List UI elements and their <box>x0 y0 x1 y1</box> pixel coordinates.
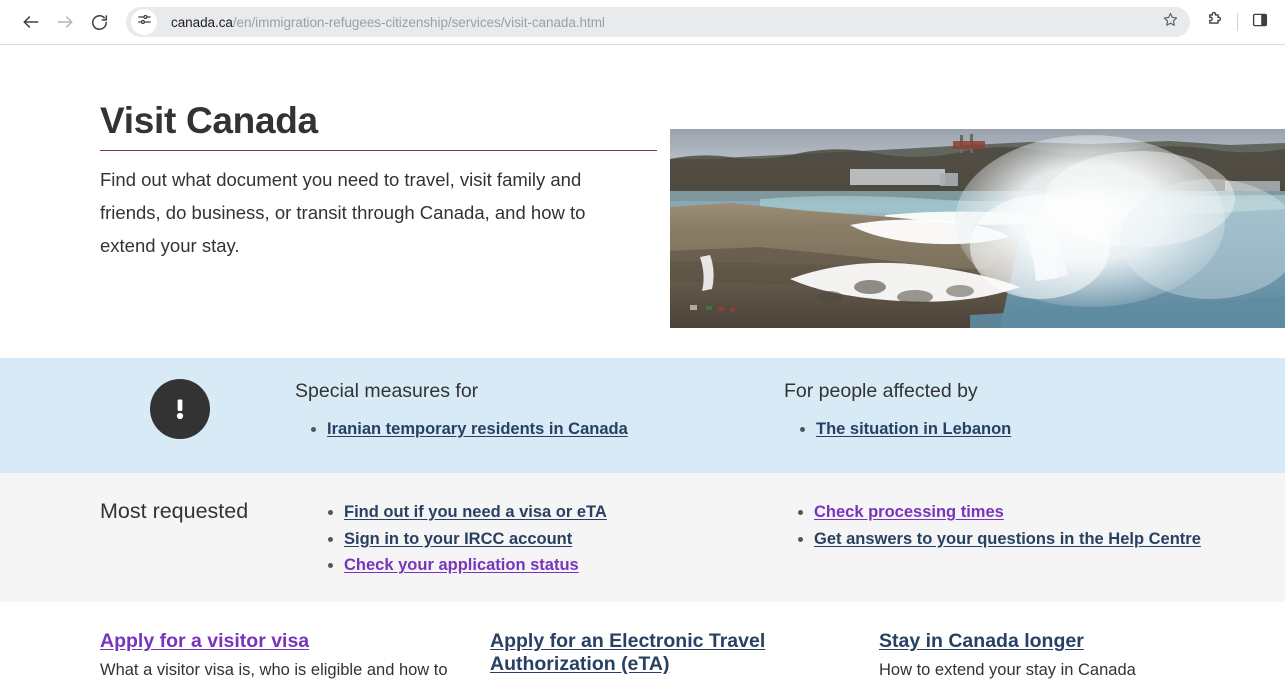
forward-arrow-icon <box>55 12 75 32</box>
hero-section: Visit Canada Find out what document you … <box>0 45 1285 328</box>
hero-text-block: Visit Canada Find out what document you … <box>100 45 660 262</box>
link-sign-in-ircc-account[interactable]: Sign in to your IRCC account <box>344 530 572 548</box>
title-underline-rule <box>100 150 657 152</box>
link-iranian-temporary-residents[interactable]: Iranian temporary residents in Canada <box>327 420 628 438</box>
list-item: Check processing times <box>782 499 1242 526</box>
link-situation-in-lebanon[interactable]: The situation in Lebanon <box>816 420 1011 438</box>
list-item: Find out if you need a visa or eTA <box>312 499 732 526</box>
card-description: What a visitor visa is, who is eligible … <box>100 660 448 679</box>
reload-icon <box>90 13 109 32</box>
side-panel-icon <box>1251 11 1269 34</box>
intro-paragraph: Find out what document you need to trave… <box>100 169 586 257</box>
card-eta: Apply for an Electronic Travel Authoriza… <box>490 630 865 679</box>
reload-button[interactable] <box>84 7 114 37</box>
page-content: Visit Canada Find out what document you … <box>0 45 1285 679</box>
most-requested-column-2: Check processing times Get answers to yo… <box>782 499 1242 552</box>
star-icon <box>1162 11 1179 33</box>
most-requested-heading: Most requested <box>100 499 249 523</box>
most-requested-column-1: Find out if you need a visa or eTA Sign … <box>312 499 732 579</box>
special-measures-heading: Special measures for <box>295 380 479 402</box>
url-host: canada.ca <box>171 14 233 30</box>
side-panel-button[interactable] <box>1245 7 1275 37</box>
bookmark-button[interactable] <box>1156 8 1184 36</box>
affected-people-heading: For people affected by <box>784 380 978 402</box>
url-text[interactable]: canada.ca/en/immigration-refugees-citize… <box>157 15 1156 30</box>
exclamation-circle-icon <box>150 379 210 439</box>
back-button[interactable] <box>16 7 46 37</box>
url-path: /en/immigration-refugees-citizenship/ser… <box>232 14 605 30</box>
most-requested-link-list-2: Check processing times Get answers to yo… <box>782 499 1242 552</box>
affected-people-link-list: The situation in Lebanon <box>784 416 1224 443</box>
link-help-centre-answers[interactable]: Get answers to your questions in the Hel… <box>814 530 1201 548</box>
page-title: Visit Canada <box>100 100 318 141</box>
forward-button[interactable] <box>50 7 80 37</box>
card-description: How to extend your stay in Canada <box>879 660 1136 679</box>
card-title: Apply for a visitor visa <box>100 630 475 653</box>
most-requested-link-list-1: Find out if you need a visa or eTA Sign … <box>312 499 732 579</box>
link-find-out-visa-or-eta[interactable]: Find out if you need a visa or eTA <box>344 503 607 521</box>
link-stay-in-canada-longer[interactable]: Stay in Canada longer <box>879 630 1084 652</box>
special-measures-column-1: Special measures for Iranian temporary r… <box>295 378 735 443</box>
toolbar-divider <box>1237 13 1238 31</box>
address-bar[interactable]: canada.ca/en/immigration-refugees-citize… <box>126 7 1190 37</box>
card-title: Stay in Canada longer <box>879 630 1254 653</box>
site-settings-button[interactable] <box>131 9 157 35</box>
list-item: The situation in Lebanon <box>784 416 1224 443</box>
link-check-processing-times[interactable]: Check processing times <box>814 503 1004 521</box>
toolbar-right-section <box>1196 7 1275 37</box>
special-measures-link-list: Iranian temporary residents in Canada <box>295 416 735 443</box>
card-stay-longer: Stay in Canada longer How to extend your… <box>879 630 1254 679</box>
tune-sliders-icon <box>137 12 152 32</box>
list-item: Get answers to your questions in the Hel… <box>782 526 1242 553</box>
exclamation-mark-glyph <box>176 399 184 420</box>
card-title: Apply for an Electronic Travel Authoriza… <box>490 630 865 675</box>
back-arrow-icon <box>21 12 41 32</box>
list-item: Iranian temporary residents in Canada <box>295 416 735 443</box>
browser-toolbar: canada.ca/en/immigration-refugees-citize… <box>0 0 1285 45</box>
list-item: Sign in to your IRCC account <box>312 526 732 553</box>
niagara-falls-winter-photo <box>670 129 1285 328</box>
link-apply-eta[interactable]: Apply for an Electronic Travel Authoriza… <box>490 630 765 675</box>
link-check-application-status[interactable]: Check your application status <box>344 556 579 574</box>
extensions-button[interactable] <box>1200 7 1230 37</box>
hero-image <box>670 129 1285 328</box>
special-measures-column-2: For people affected by The situation in … <box>784 378 1224 443</box>
link-apply-visitor-visa[interactable]: Apply for a visitor visa <box>100 630 309 652</box>
list-item: Check your application status <box>312 552 732 579</box>
puzzle-piece-icon <box>1206 10 1225 34</box>
card-visitor-visa: Apply for a visitor visa What a visitor … <box>100 630 475 679</box>
